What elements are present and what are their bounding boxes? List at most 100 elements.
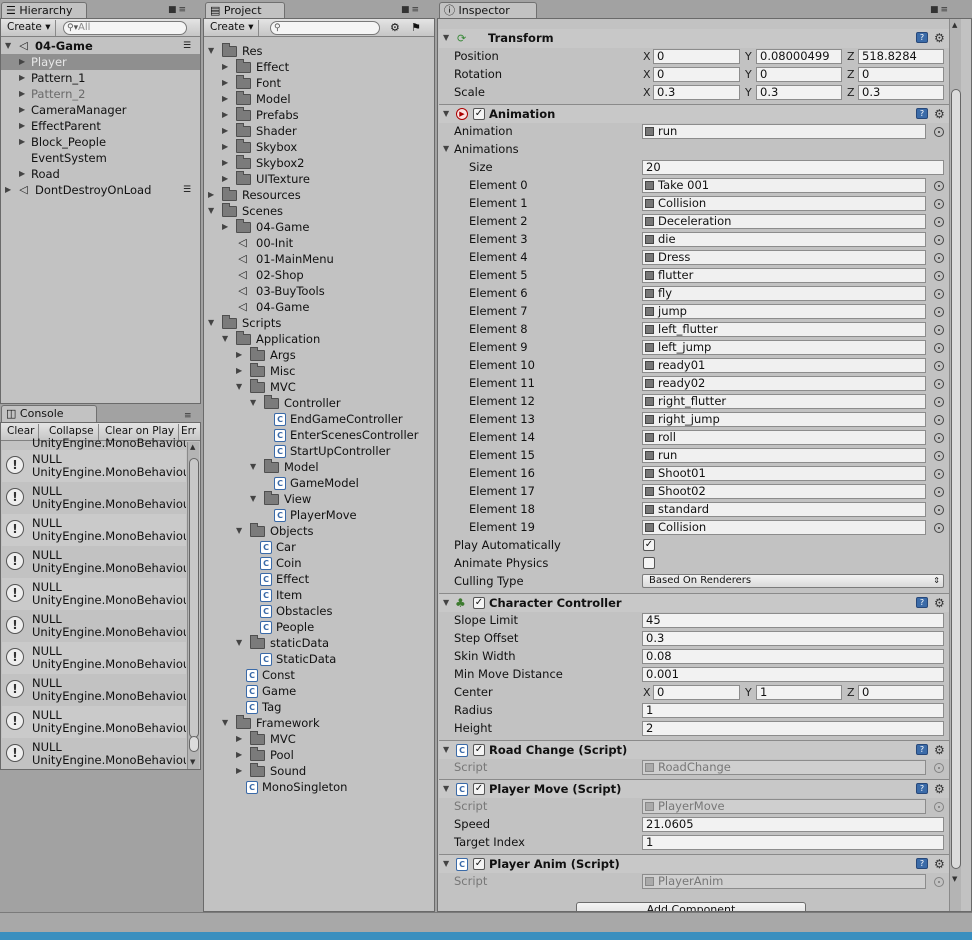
play-automatically-checkbox[interactable]: ✓ — [643, 539, 655, 551]
help-icon[interactable]: ? — [916, 744, 928, 755]
object-picker-icon[interactable] — [934, 325, 944, 335]
project-item[interactable]: C Tag — [204, 699, 432, 715]
help-icon[interactable]: ? — [916, 597, 928, 608]
project-item[interactable]: ▶ 04-Game — [204, 219, 432, 235]
character-controller-enabled-checkbox[interactable]: ✓ — [473, 597, 485, 609]
expand-arrow-icon[interactable]: ▼ — [208, 43, 214, 59]
console-entry[interactable]: ! NULL UnityEngine.MonoBehaviou — [2, 642, 186, 674]
expand-arrow-icon[interactable]: ▼ — [236, 523, 242, 539]
project-item[interactable]: ▶ Model — [204, 91, 432, 107]
collapse-arrow-icon[interactable]: ▶ — [236, 731, 242, 747]
animate-physics-checkbox[interactable] — [643, 557, 655, 569]
project-item[interactable]: ▼ MVC — [204, 379, 432, 395]
hierarchy-item[interactable]: ▼ ◁ ☰ 04-Game — [1, 38, 200, 54]
transform-rotation-x-field[interactable]: 0 — [653, 67, 740, 82]
project-lock-icon[interactable]: ■≡ — [401, 5, 421, 15]
project-item[interactable]: ▶ Misc — [204, 363, 432, 379]
player-move-header[interactable]: ▼ C ✓ Player Move (Script) ? ⚙ — [439, 779, 949, 798]
inspector-scrollbar[interactable]: ▲ ▼ — [949, 19, 961, 911]
collapse-arrow-icon[interactable]: ▶ — [222, 155, 228, 171]
project-item[interactable]: ▶ Font — [204, 75, 432, 91]
project-item[interactable]: ▼ View — [204, 491, 432, 507]
console-entry[interactable]: ! NULL UnityEngine.MonoBehaviou — [2, 706, 186, 738]
object-picker-icon[interactable] — [934, 379, 944, 389]
collapse-arrow-icon[interactable]: ▶ — [236, 363, 242, 379]
hierarchy-search-input[interactable]: ⚲▾ All — [63, 21, 187, 35]
fold-arrow-icon[interactable]: ▼ — [443, 106, 449, 122]
collapse-arrow-icon[interactable]: ▶ — [19, 86, 25, 102]
object-picker-icon[interactable] — [934, 253, 944, 263]
collapse-arrow-icon[interactable]: ▶ — [5, 182, 11, 198]
help-icon[interactable]: ? — [916, 108, 928, 119]
collapse-arrow-icon[interactable]: ▶ — [19, 102, 25, 118]
expand-arrow-icon[interactable]: ▼ — [250, 459, 256, 475]
project-item[interactable]: ▼ Objects — [204, 523, 432, 539]
expand-arrow-icon[interactable]: ▼ — [250, 395, 256, 411]
project-item[interactable]: ▶ Effect — [204, 59, 432, 75]
project-item[interactable]: C GameModel — [204, 475, 432, 491]
min-move-distance-field[interactable]: 0.001 — [642, 667, 944, 682]
scroll-up-icon[interactable]: ▲ — [190, 443, 195, 451]
project-item[interactable]: ▶ MVC — [204, 731, 432, 747]
collapse-arrow-icon[interactable]: ▶ — [236, 747, 242, 763]
gear-icon[interactable]: ⚙ — [934, 108, 945, 120]
collapse-arrow-icon[interactable]: ▶ — [222, 139, 228, 155]
scroll-up-icon[interactable]: ▲ — [952, 21, 957, 29]
project-item[interactable]: C Item — [204, 587, 432, 603]
project-item[interactable]: C Obstacles — [204, 603, 432, 619]
gear-icon[interactable]: ⚙ — [934, 32, 945, 44]
hierarchy-item[interactable]: ▶ Road — [1, 166, 200, 182]
object-picker-icon[interactable] — [934, 433, 944, 443]
object-picker-icon[interactable] — [934, 487, 944, 497]
project-item[interactable]: ◁ 01-MainMenu — [204, 251, 432, 267]
project-item[interactable]: ◁ 03-BuyTools — [204, 283, 432, 299]
hierarchy-item[interactable]: ▶ EffectParent — [1, 118, 200, 134]
console-entry[interactable]: ! NULL UnityEngine.MonoBehaviou — [2, 610, 186, 642]
animation-element-field[interactable]: die — [642, 232, 926, 247]
project-item[interactable]: ▶ Skybox — [204, 139, 432, 155]
inspector-scroll-thumb[interactable] — [951, 89, 961, 869]
inspector-lock-icon[interactable]: ■≡ — [930, 5, 950, 15]
center-z-field[interactable]: 0 — [858, 685, 944, 700]
transform-header[interactable]: ▼ ⟳ Transform ? ⚙ — [439, 29, 949, 48]
collapse-arrow-icon[interactable]: ▶ — [222, 171, 228, 187]
console-entry[interactable]: ! NULL UnityEngine.MonoBehaviou — [2, 738, 186, 769]
transform-scale-z-field[interactable]: 0.3 — [858, 85, 944, 100]
radius-field[interactable]: 1 — [642, 703, 944, 718]
collapse-arrow-icon[interactable]: ▶ — [19, 134, 25, 150]
player-move-enabled-checkbox[interactable]: ✓ — [473, 783, 485, 795]
project-item[interactable]: ▼ Application — [204, 331, 432, 347]
project-item[interactable]: C StaticData — [204, 651, 432, 667]
hierarchy-item[interactable]: ▶ Block_People — [1, 134, 200, 150]
tab-inspector[interactable]: ⓘ Inspector — [439, 2, 537, 19]
animation-element-field[interactable]: Take 001 — [642, 178, 926, 193]
fold-arrow-icon[interactable]: ▼ — [443, 856, 449, 872]
fold-arrow-icon[interactable]: ▼ — [443, 742, 449, 758]
animation-element-field[interactable]: fly — [642, 286, 926, 301]
object-picker-icon[interactable] — [934, 127, 944, 137]
animation-header[interactable]: ▼ ▶ ✓ Animation ? ⚙ — [439, 104, 949, 123]
tab-project[interactable]: ▤ Project — [205, 2, 285, 19]
project-item[interactable]: ▼ Model — [204, 459, 432, 475]
animation-element-field[interactable]: Dress — [642, 250, 926, 265]
scene-menu-icon[interactable]: ☰ — [183, 38, 191, 54]
speed-field[interactable]: 21.0605 — [642, 817, 944, 832]
expand-arrow-icon[interactable]: ▼ — [222, 715, 228, 731]
transform-position-x-field[interactable]: 0 — [653, 49, 740, 64]
project-item[interactable]: ▼ staticData — [204, 635, 432, 651]
object-picker-icon[interactable] — [934, 361, 944, 371]
help-icon[interactable]: ? — [916, 783, 928, 794]
project-item[interactable]: ◁ 00-Init — [204, 235, 432, 251]
player-move-script-field[interactable]: PlayerMove — [642, 799, 926, 814]
player-anim-script-field[interactable]: PlayerAnim — [642, 874, 926, 889]
fold-arrow-icon[interactable]: ▼ — [443, 595, 449, 611]
expand-arrow-icon[interactable]: ▼ — [222, 331, 228, 347]
console-entry[interactable]: ! NULL UnityEngine.MonoBehaviou — [2, 674, 186, 706]
scene-menu-icon[interactable]: ☰ — [183, 182, 191, 198]
filter-by-type-icon[interactable]: ⚙ — [390, 21, 400, 34]
animation-element-field[interactable]: Collision — [642, 520, 926, 535]
project-item[interactable]: C StartUpController — [204, 443, 432, 459]
animation-element-field[interactable]: right_flutter — [642, 394, 926, 409]
object-picker-icon[interactable] — [934, 343, 944, 353]
character-controller-header[interactable]: ▼ ♣ ✓ Character Controller ? ⚙ — [439, 593, 949, 612]
